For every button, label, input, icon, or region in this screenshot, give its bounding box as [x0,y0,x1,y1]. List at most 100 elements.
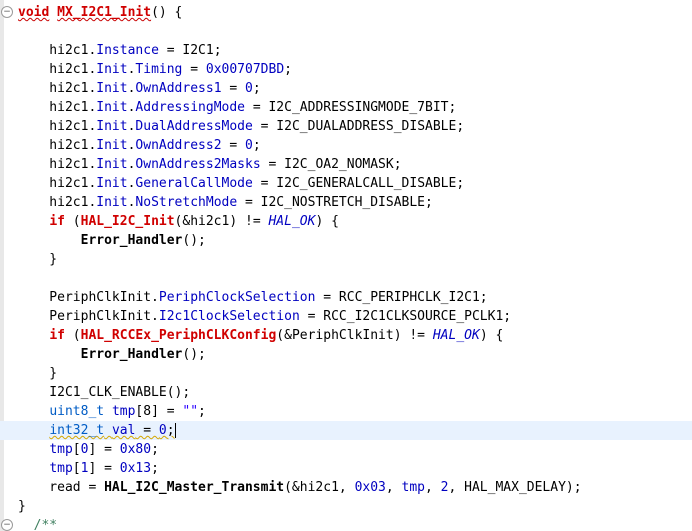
code-token: 0 [245,81,253,96]
code-line[interactable]: hi2c1.Instance = I2C1; [0,41,692,60]
code-token: NoStretchMode [135,195,238,210]
code-token: MX_I2C1_Init [57,5,152,20]
code-line[interactable]: hi2c1.Init.GeneralCallMode = I2C_GENERAL… [0,174,692,193]
code-line[interactable]: Error_Handler(); [0,345,692,364]
code-token: hi2c1. [18,195,97,210]
code-text: I2C1_CLK_ENABLE(); [18,383,190,402]
code-text: hi2c1.Init.GeneralCallMode = I2C_GENERAL… [18,174,464,193]
code-token: } [18,366,58,381]
code-line[interactable]: hi2c1.Init.OwnAddress2Masks = I2C_OA2_NO… [0,155,692,174]
fold-toggle-icon[interactable]: − [1,519,13,531]
code-token: Init [96,157,128,172]
code-line[interactable]: PeriphClkInit.PeriphClockSelection = RCC… [0,288,692,307]
code-token: HAL_OK [432,328,480,343]
code-token: 2 [440,480,449,495]
code-token: 0 [158,423,167,438]
code-token: "" [182,404,199,419]
code-token: 0x80 [119,442,152,457]
code-token: 0 [245,138,253,153]
code-token: HAL_I2C_Init [80,214,175,229]
code-token: void [18,5,50,20]
fold-toggle-icon[interactable]: − [1,6,13,18]
code-text: hi2c1.Init.OwnAddress2 = 0; [18,136,261,155]
code-line[interactable]: } [0,250,692,269]
code-token: OwnAddress1 [135,81,222,96]
code-token: tmp [401,480,426,495]
code-editor[interactable]: − void MX_I2C1_Init() { hi2c1.Instance = … [0,0,692,531]
code-line[interactable]: hi2c1.Init.OwnAddress1 = 0; [0,79,692,98]
code-text: if (HAL_I2C_Init(&hi2c1) != HAL_OK) { [18,212,339,231]
code-token: hi2c1. [18,43,97,58]
code-line[interactable] [0,269,692,288]
code-token: = I2C_OA2_NOMASK; [260,157,402,172]
code-line[interactable]: tmp[1] = 0x13; [0,459,692,478]
code-token: hi2c1. [18,100,97,115]
code-text: int32_t val = 0; [18,421,176,440]
code-token: hi2c1. [18,119,97,134]
code-token: Error_Handler [80,347,183,362]
code-token: 0x03 [354,480,386,495]
code-token: ) { [479,328,504,343]
text-caret [174,423,176,438]
code-line[interactable]: Error_Handler(); [0,231,692,250]
code-token: hi2c1. [18,176,97,191]
code-token: = I2C1; [158,43,222,58]
code-token: ; [252,138,261,153]
code-token: ; [151,461,159,476]
code-line[interactable] [0,22,692,41]
code-line[interactable]: hi2c1.Init.AddressingMode = I2C_ADDRESSI… [0,98,692,117]
code-token: Init [96,81,128,96]
code-token: OwnAddress2 [135,138,222,153]
code-token: = [221,138,245,153]
code-line[interactable]: } [0,364,692,383]
code-line[interactable]: uint8_t tmp[8] = ""; [0,402,692,421]
code-text: uint8_t tmp[8] = ""; [18,402,206,421]
code-token: (); [182,233,206,248]
code-line[interactable]: if (HAL_RCCEx_PeriphCLKConfig(&PeriphClk… [0,326,692,345]
code-token: = RCC_I2C1CLKSOURCE_PCLK1; [299,309,512,324]
code-token: GeneralCallMode [135,176,253,191]
code-token: = RCC_PERIPHCLK_I2C1; [315,290,488,305]
code-token: Init [96,100,128,115]
code-line[interactable]: int32_t val = 0; [0,421,692,440]
code-line[interactable]: } [0,497,692,516]
code-text: PeriphClkInit.PeriphClockSelection = RCC… [18,288,488,307]
code-text: /** [18,516,57,531]
code-token: ; [151,442,159,457]
code-line[interactable]: PeriphClkInit.I2c1ClockSelection = RCC_I… [0,307,692,326]
code-line[interactable]: tmp[0] = 0x80; [0,440,692,459]
code-token: Error_Handler [80,233,183,248]
code-line[interactable]: hi2c1.Init.Timing = 0x00707DBD; [0,60,692,79]
code-line[interactable]: if (HAL_I2C_Init(&hi2c1) != HAL_OK) { [0,212,692,231]
code-token: tmp [49,461,73,476]
code-line[interactable]: − void MX_I2C1_Init() { [0,3,692,22]
code-line[interactable]: read = HAL_I2C_Master_Transmit(&hi2c1, 0… [0,478,692,497]
code-token: Init [96,62,128,77]
code-token: uint8_t [49,404,105,419]
code-token: ( [64,328,81,343]
code-token: [ [72,461,81,476]
code-token: 0x13 [119,461,152,476]
code-text: hi2c1.Init.Timing = 0x00707DBD; [18,60,292,79]
code-line[interactable]: − /** [0,516,692,531]
code-token: = [182,62,206,77]
code-line[interactable]: I2C1_CLK_ENABLE(); [0,383,692,402]
code-line[interactable]: hi2c1.Init.NoStretchMode = I2C_NOSTRETCH… [0,193,692,212]
code-text: hi2c1.Init.AddressingMode = I2C_ADDRESSI… [18,98,456,117]
code-line[interactable]: hi2c1.Init.DualAddressMode = I2C_DUALADD… [0,117,692,136]
code-token: ; [252,81,261,96]
code-token: ; [198,404,206,419]
code-token: = I2C_NOSTRETCH_DISABLE; [237,195,433,210]
code-token: /** [33,518,58,531]
code-text: } [18,364,57,383]
code-line[interactable]: hi2c1.Init.OwnAddress2 = 0; [0,136,692,155]
code-token: ] = [88,442,120,457]
code-token: ; [284,62,292,77]
code-token: (); [182,347,206,362]
code-text: } [18,250,57,269]
